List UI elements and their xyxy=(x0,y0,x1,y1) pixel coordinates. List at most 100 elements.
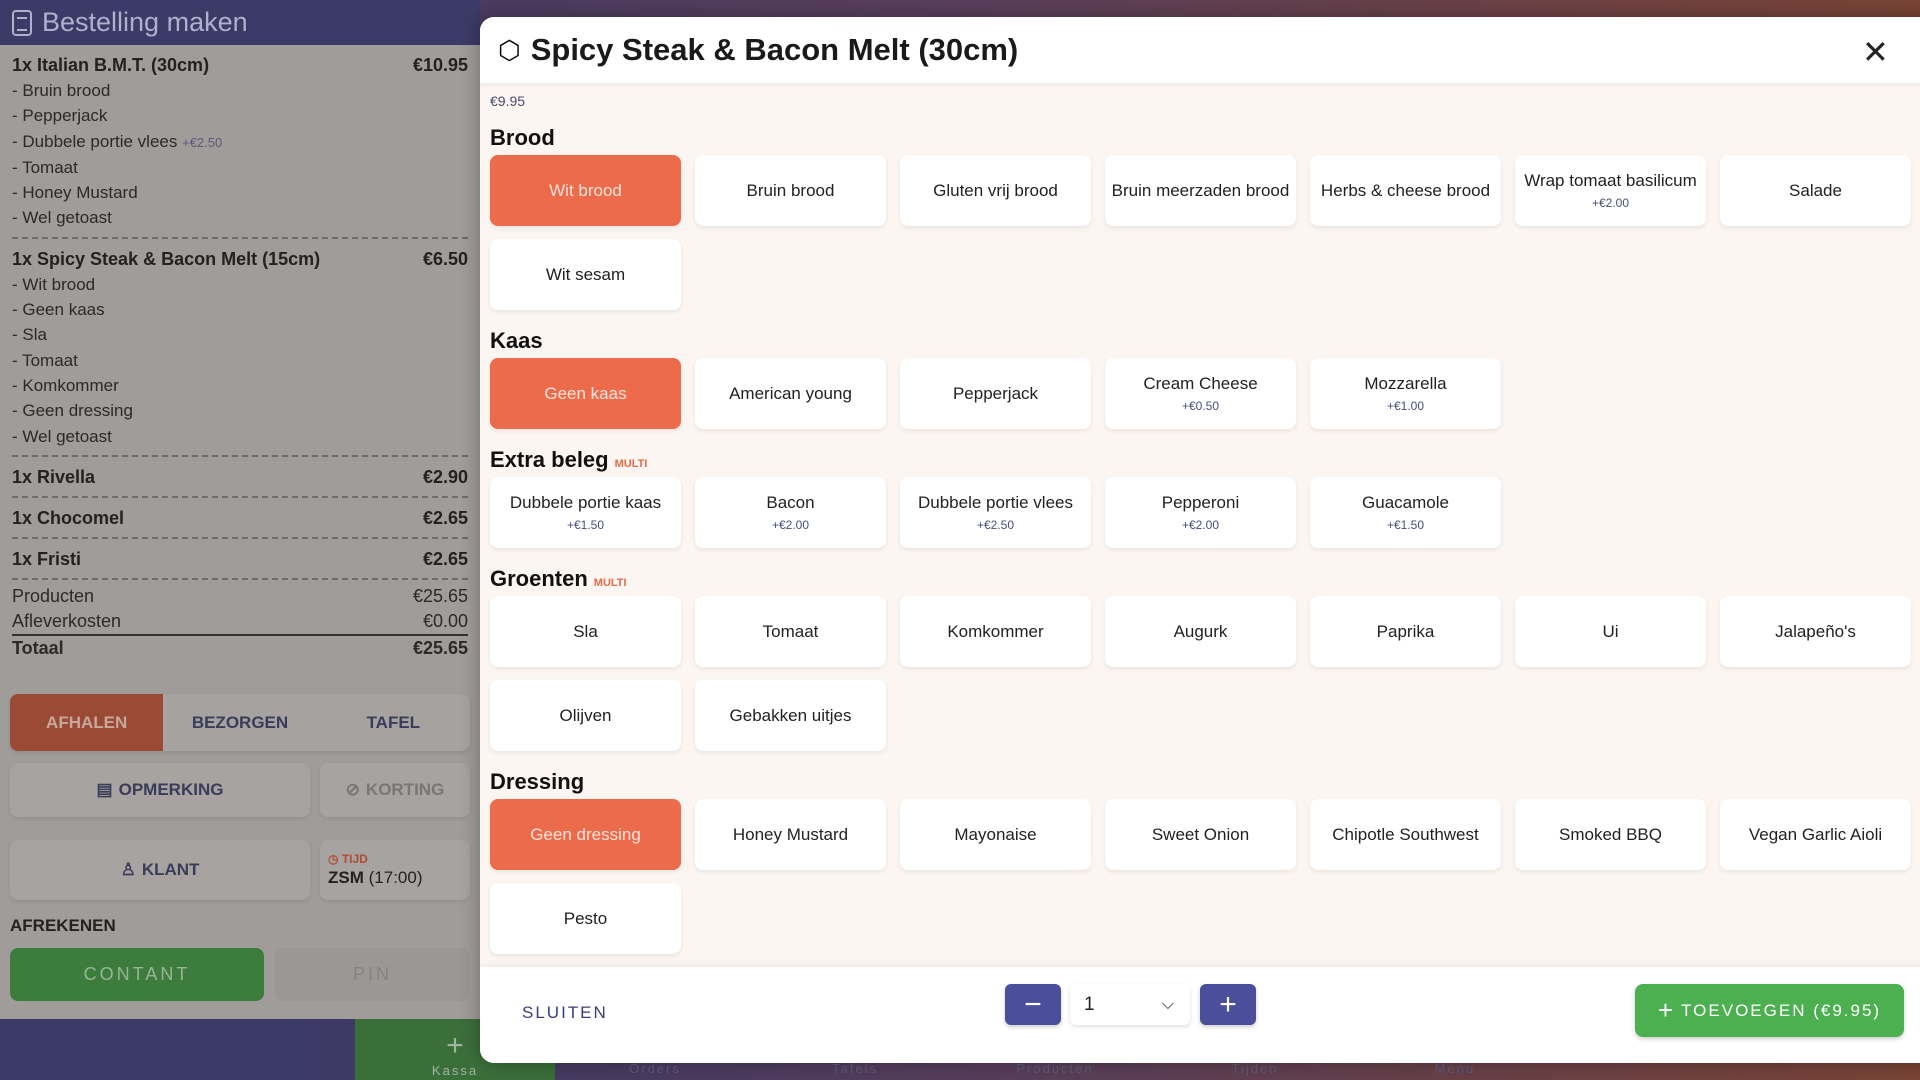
option-button[interactable]: American young xyxy=(695,358,886,429)
option-button[interactable]: Geen dressing xyxy=(490,799,681,870)
option-button[interactable]: Pesto xyxy=(490,883,681,954)
user-icon: ♙ xyxy=(120,860,136,879)
minus-icon: − xyxy=(1024,987,1042,1021)
comment-icon: ▤ xyxy=(96,780,113,799)
order-item: 1x Spicy Steak & Bacon Melt (15cm) €6.50 -… xyxy=(12,239,468,457)
option-button[interactable]: Wrap tomaat basilicum +€2.00 xyxy=(1515,155,1706,226)
order-item-name: 1x Chocomel xyxy=(12,507,125,528)
option-extra-price: +€2.00 xyxy=(1181,518,1220,532)
option-extra-price: +€2.00 xyxy=(771,518,810,532)
option-button[interactable]: Jalapeño's xyxy=(1720,596,1911,667)
order-item-name: 1x Rivella xyxy=(12,466,96,487)
totals-value: €25.65 xyxy=(412,585,468,606)
option-text: - Sla xyxy=(12,325,47,345)
clock-icon: ◷ xyxy=(328,852,339,866)
order-item-option: - Bruin brood xyxy=(12,78,468,103)
order-header: Bestelling maken xyxy=(0,0,480,45)
option-label: Geen dressing xyxy=(530,824,641,844)
option-label: Salade xyxy=(1789,180,1842,200)
option-button[interactable]: Sweet Onion xyxy=(1105,799,1296,870)
option-button[interactable]: Mayonaise xyxy=(900,799,1091,870)
option-text: - Wel getoast xyxy=(12,208,112,228)
option-label: American young xyxy=(729,383,852,403)
close-button[interactable]: SLUITEN xyxy=(522,1003,608,1023)
totals-row: Afleverkosten €0.00 xyxy=(12,609,468,634)
option-button[interactable]: Sla xyxy=(490,596,681,667)
option-button[interactable]: Wit brood xyxy=(490,155,681,226)
order-item-price: €10.95 xyxy=(412,55,468,75)
mode-bezorgen[interactable]: BEZORGEN xyxy=(163,694,316,751)
increase-quantity-button[interactable]: + xyxy=(1200,984,1256,1025)
option-label: Dubbele portie vlees xyxy=(918,493,1073,512)
order-item-option: - Geen kaas xyxy=(12,297,468,322)
option-button[interactable]: Salade xyxy=(1720,155,1911,226)
mode-afhalen[interactable]: AFHALEN xyxy=(10,694,164,751)
option-label: Bruin meerzaden brood xyxy=(1111,180,1290,200)
option-text: - Wit brood xyxy=(12,274,96,294)
option-button[interactable]: Dubbele portie vlees +€2.50 xyxy=(900,477,1091,548)
option-button[interactable]: Smoked BBQ xyxy=(1515,799,1706,870)
option-button[interactable]: Pepperjack xyxy=(900,358,1091,429)
option-button[interactable]: Wit sesam xyxy=(490,239,681,310)
option-text: - Dubbele portie vlees xyxy=(12,131,178,151)
section-title: Extra beleg MULTI xyxy=(490,443,1920,477)
cash-button[interactable]: CONTANT xyxy=(10,948,264,1001)
option-button[interactable]: Cream Cheese +€0.50 xyxy=(1105,358,1296,429)
add-to-order-button[interactable]: + TOEVOEGEN (€9.95) xyxy=(1635,984,1904,1037)
remark-button[interactable]: ▤ OPMERKING xyxy=(10,763,310,817)
section-title-text: Kaas xyxy=(490,328,543,353)
option-extra-price: +€2.50 xyxy=(976,518,1015,532)
option-text: - Bruin brood xyxy=(12,81,111,100)
option-button[interactable]: Bacon +€2.00 xyxy=(695,477,886,548)
time-button[interactable]: ◷ TIJD ZSM (17:00) xyxy=(320,840,470,900)
option-button[interactable]: Bruin meerzaden brood xyxy=(1105,155,1296,226)
option-button[interactable]: Mozzarella +€1.00 xyxy=(1310,358,1501,429)
section-title: Dressing xyxy=(490,765,1920,799)
checkout-heading: AFREKENEN xyxy=(10,916,116,935)
order-item-option: - Wit brood xyxy=(12,272,468,297)
customer-button[interactable]: ♙ KLANT xyxy=(10,840,310,900)
option-button[interactable]: Gebakken uitjes xyxy=(695,680,886,751)
plus-icon: + xyxy=(1657,995,1676,1025)
option-button[interactable]: Chipotle Southwest xyxy=(1310,799,1501,870)
option-button[interactable]: Paprika xyxy=(1310,596,1501,667)
option-button[interactable]: Tomaat xyxy=(695,596,886,667)
option-button[interactable]: Dubbele portie kaas +€1.50 xyxy=(490,477,681,548)
option-button[interactable]: Honey Mustard xyxy=(695,799,886,870)
option-button[interactable]: Bruin brood xyxy=(695,155,886,226)
remark-label: OPMERKING xyxy=(118,780,224,799)
section-title-text: Groenten xyxy=(490,566,588,591)
option-label: Mayonaise xyxy=(954,824,1037,844)
quantity-select[interactable]: 1 ⌵ xyxy=(1070,984,1190,1025)
discount-button[interactable]: ⊘ KORTING xyxy=(320,763,470,817)
close-icon[interactable]: ✕ xyxy=(1862,33,1889,71)
order-item-option: - Geen dressing xyxy=(12,398,468,423)
mode-tafel[interactable]: TAFEL xyxy=(317,694,470,751)
order-item: 1x Chocomel €2.65 xyxy=(12,498,468,539)
decrease-quantity-button[interactable]: − xyxy=(1005,984,1061,1025)
option-button[interactable]: Geen kaas xyxy=(490,358,681,429)
option-label: Paprika xyxy=(1376,621,1435,641)
option-button[interactable]: Augurk xyxy=(1105,596,1296,667)
option-button[interactable]: Herbs & cheese brood xyxy=(1310,155,1501,226)
option-button[interactable]: Olijven xyxy=(490,680,681,751)
order-mode-selector: AFHALEN BEZORGEN TAFEL xyxy=(10,694,470,751)
option-button[interactable]: Komkommer xyxy=(900,596,1091,667)
totals-row: Totaal €25.65 xyxy=(12,633,468,661)
order-item-option: - Komkommer xyxy=(12,373,468,398)
option-button[interactable]: Ui xyxy=(1515,596,1706,667)
option-button[interactable]: Guacamole +€1.50 xyxy=(1310,477,1501,548)
option-button[interactable]: Pepperoni +€2.00 xyxy=(1105,477,1296,548)
time-extra: (17:00) xyxy=(368,868,423,887)
option-label: Sla xyxy=(573,621,598,641)
option-button[interactable]: Vegan Garlic Aioli xyxy=(1720,799,1911,870)
pin-button[interactable]: PIN xyxy=(275,948,470,1001)
option-label: Bruin brood xyxy=(746,180,835,200)
option-grid: Wit brood Bruin brood Gluten vrij brood Bru… xyxy=(490,155,1920,310)
multi-select-badge: MULTI xyxy=(614,458,648,470)
customer-label: KLANT xyxy=(141,860,200,879)
option-extra-price: +€1.50 xyxy=(566,518,605,532)
order-item-name: 1x Italian B.M.T. (30cm) xyxy=(12,55,210,75)
option-button[interactable]: Gluten vrij brood xyxy=(900,155,1091,226)
option-text: - Tomaat xyxy=(12,157,78,177)
